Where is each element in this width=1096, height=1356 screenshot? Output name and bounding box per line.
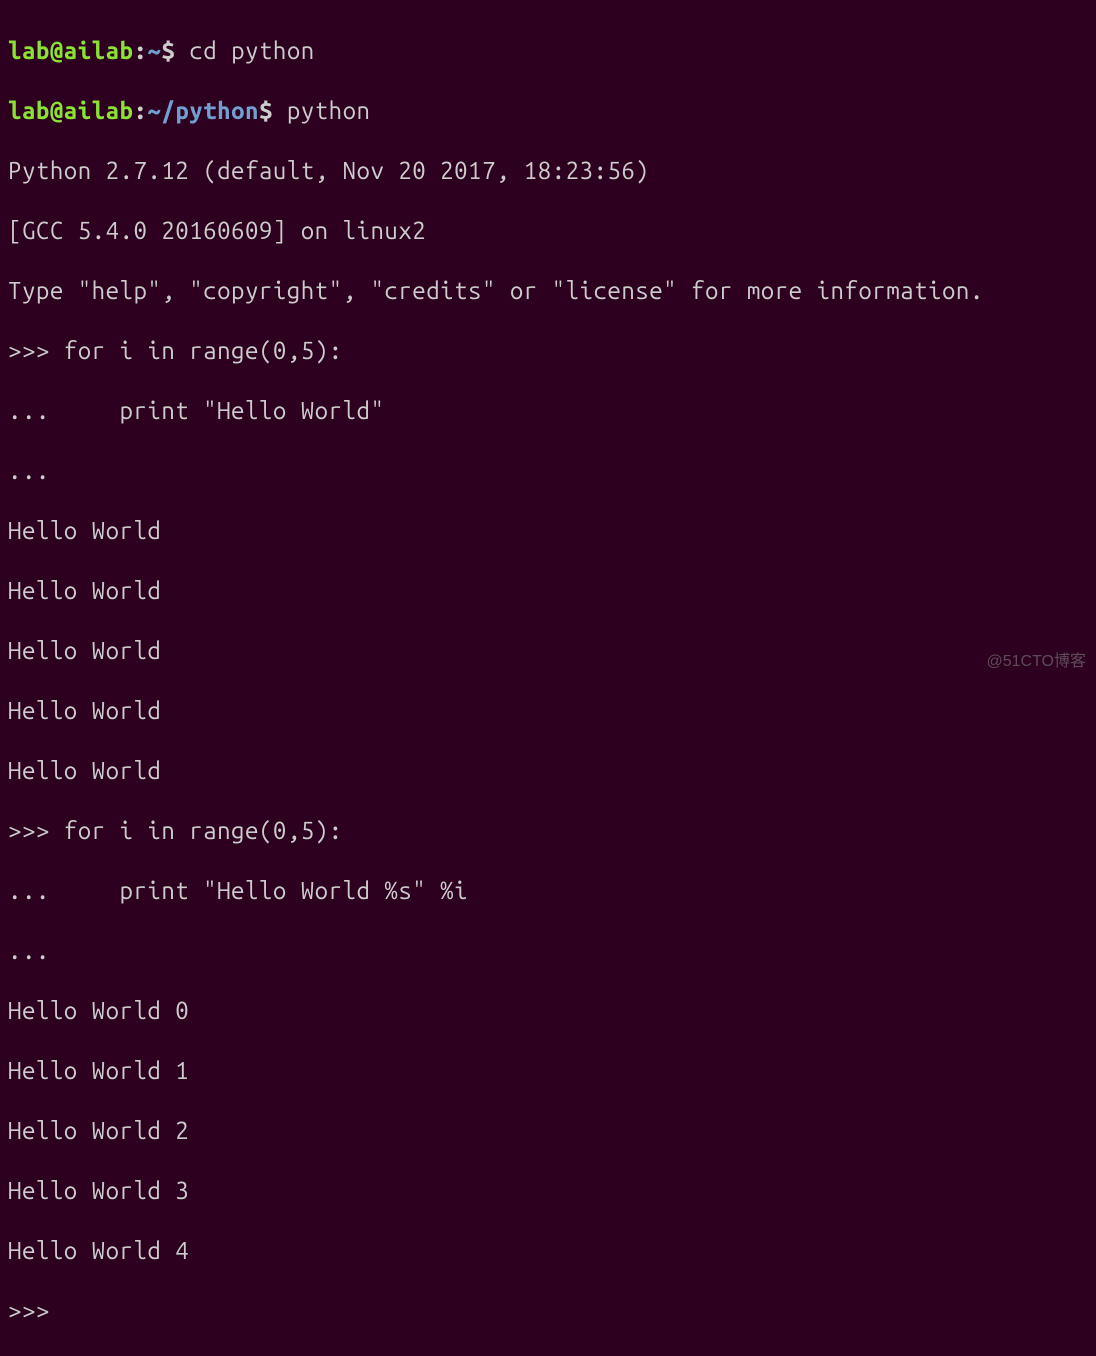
prompt-marker: $ xyxy=(161,37,189,64)
repl-prompt: >>> xyxy=(8,1296,1088,1326)
prompt-user: lab@ailab xyxy=(8,37,133,64)
prompt-sep: : xyxy=(133,37,147,64)
python-banner: Python 2.7.12 (default, Nov 20 2017, 18:… xyxy=(8,156,1088,186)
repl-output: Hello World xyxy=(8,576,1088,606)
prompt-user: lab@ailab xyxy=(8,97,133,124)
prompt-marker: $ xyxy=(259,97,287,124)
repl-input: ... xyxy=(8,936,1088,966)
prompt-path: ~ xyxy=(147,37,161,64)
repl-output: Hello World xyxy=(8,756,1088,786)
repl-input: ... print "Hello World" xyxy=(8,396,1088,426)
python-banner: [GCC 5.4.0 20160609] on linux2 xyxy=(8,216,1088,246)
repl-input: ... xyxy=(8,456,1088,486)
repl-output: Hello World xyxy=(8,696,1088,726)
repl-input: ... print "Hello World %s" %i xyxy=(8,876,1088,906)
prompt-path: /python xyxy=(161,97,259,124)
prompt-sep: : xyxy=(133,97,147,124)
shell-command: cd python xyxy=(189,37,314,64)
watermark-text: @51CTO博客 xyxy=(986,652,1086,672)
repl-output: Hello World 0 xyxy=(8,996,1088,1026)
repl-input: >>> for i in range(0,5): xyxy=(8,816,1088,846)
repl-input: >>> for i in range(0,5): xyxy=(8,336,1088,366)
terminal-output[interactable]: lab@ailab:~$ cd python lab@ailab:~/pytho… xyxy=(8,6,1088,1356)
repl-output: Hello World xyxy=(8,516,1088,546)
prompt-tilde: ~ xyxy=(147,97,161,124)
shell-prompt-line: lab@ailab:~/python$ python xyxy=(8,96,1088,126)
repl-output: Hello World 2 xyxy=(8,1116,1088,1146)
python-banner: Type "help", "copyright", "credits" or "… xyxy=(8,276,1088,306)
repl-output: Hello World 1 xyxy=(8,1056,1088,1086)
repl-output: Hello World 3 xyxy=(8,1176,1088,1206)
repl-output: Hello World xyxy=(8,636,1088,666)
shell-prompt-line: lab@ailab:~$ cd python xyxy=(8,36,1088,66)
shell-command: python xyxy=(287,97,371,124)
repl-output: Hello World 4 xyxy=(8,1236,1088,1266)
